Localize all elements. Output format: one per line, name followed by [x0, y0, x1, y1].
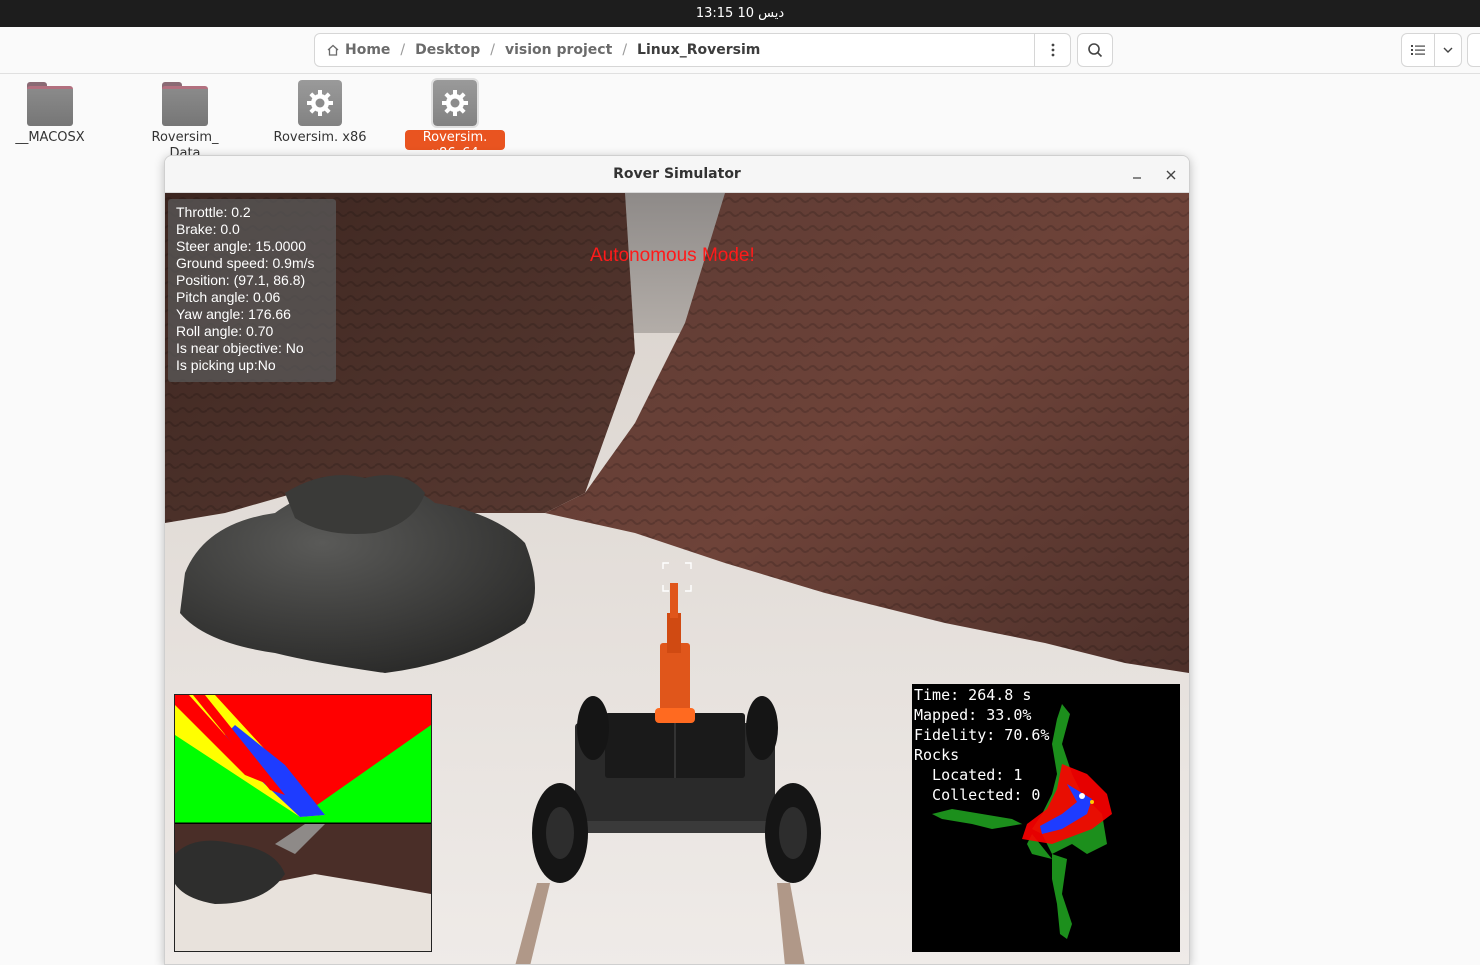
telemetry-brake: Brake: 0.0: [176, 221, 240, 237]
mode-label: Autonomous Mode!: [590, 245, 755, 266]
breadcrumb-vision-project[interactable]: vision project: [505, 42, 612, 58]
perception-panel: [174, 694, 432, 952]
files-header-bar: Home / Desktop / vision project / Linux_…: [0, 27, 1480, 74]
gear-icon: [298, 80, 342, 126]
breadcrumb-separator: /: [490, 42, 495, 58]
file-item-roversim-x86-64[interactable]: Roversim. x86_64: [405, 78, 505, 150]
search-icon: [1088, 43, 1103, 58]
telemetry-yaw-angle: Yaw angle: 176.66: [176, 306, 291, 322]
view-options-dropdown[interactable]: [1434, 33, 1462, 67]
chevron-down-icon: [1443, 47, 1453, 53]
breadcrumb-separator: /: [400, 42, 406, 58]
telemetry-near-objective: Is near objective: No: [176, 340, 304, 356]
telemetry-ground-speed: Ground speed: 0.9m/s: [176, 255, 315, 271]
close-button[interactable]: [1161, 165, 1181, 185]
map-time: Time: 264.8 s: [914, 686, 1032, 704]
breadcrumb-linux-roversim[interactable]: Linux_Roversim: [637, 42, 760, 58]
map-rocks-located: Located: 1: [914, 766, 1023, 784]
folder-icon: [27, 82, 73, 126]
path-bar[interactable]: Home / Desktop / vision project / Linux_…: [314, 33, 1071, 67]
menu-button[interactable]: [1467, 33, 1480, 67]
telemetry-roll-angle: Roll angle: 0.70: [176, 323, 274, 339]
file-item-macosx[interactable]: __MACOSX: [0, 80, 100, 166]
map-rocks-collected: Collected: 0: [914, 786, 1041, 804]
breadcrumb-separator: /: [622, 42, 628, 58]
vertical-dots-icon: [1051, 43, 1054, 57]
telemetry-panel: Throttle: 0.2 Brake: 0.0 Steer angle: 15…: [168, 199, 336, 382]
window-title: Rover Simulator: [613, 166, 741, 182]
breadcrumb-home[interactable]: Home: [345, 42, 390, 58]
telemetry-position: Position: (97.1, 86.8): [176, 272, 306, 288]
file-label: Roversim. x86_64: [405, 130, 505, 150]
minimize-button[interactable]: [1127, 165, 1147, 185]
file-item-roversim-data[interactable]: Roversim_ Data: [135, 80, 235, 166]
gear-icon: [431, 78, 479, 128]
breadcrumb-desktop[interactable]: Desktop: [415, 42, 480, 58]
telemetry-picking-up: Is picking up:No: [176, 357, 276, 373]
file-item-roversim-x86[interactable]: Roversim. x86: [270, 80, 370, 166]
telemetry-pitch-angle: Pitch angle: 0.06: [176, 289, 281, 305]
folder-icon: [162, 82, 208, 126]
telemetry-steer-angle: Steer angle: 15.0000: [176, 238, 306, 254]
map-rocks: Rocks: [914, 746, 960, 764]
map-fidelity: Fidelity: 70.6%: [914, 726, 1050, 744]
clock[interactable]: 13:15 10 ديس: [696, 6, 784, 21]
rover-simulator-window[interactable]: Rover Simulator Autonomous Mode! Throttl…: [164, 155, 1190, 965]
rover-camera-view: [175, 824, 431, 951]
home-icon: [327, 44, 339, 56]
world-map-panel: Time: 264.8 s Mapped: 33.0% Fidelity: 70.6…: [912, 684, 1180, 952]
simulation-viewport[interactable]: Autonomous Mode! Throttle: 0.2 Brake: 0.…: [165, 193, 1189, 964]
list-view-button[interactable]: [1401, 33, 1435, 67]
path-menu-button[interactable]: [1034, 34, 1070, 66]
telemetry-throttle: Throttle: 0.2: [176, 204, 251, 220]
list-view-icon: [1411, 45, 1425, 55]
close-icon: [1166, 170, 1176, 180]
map-mapped: Mapped: 33.0%: [914, 706, 1032, 724]
map-stats: Time: 264.8 s Mapped: 33.0% Fidelity: 70.6…: [914, 685, 1049, 805]
minimize-icon: [1133, 177, 1141, 179]
file-label: __MACOSX: [15, 130, 85, 145]
search-button[interactable]: [1077, 33, 1113, 67]
system-top-bar: 13:15 10 ديس: [0, 0, 1480, 27]
window-titlebar[interactable]: Rover Simulator: [165, 156, 1189, 193]
